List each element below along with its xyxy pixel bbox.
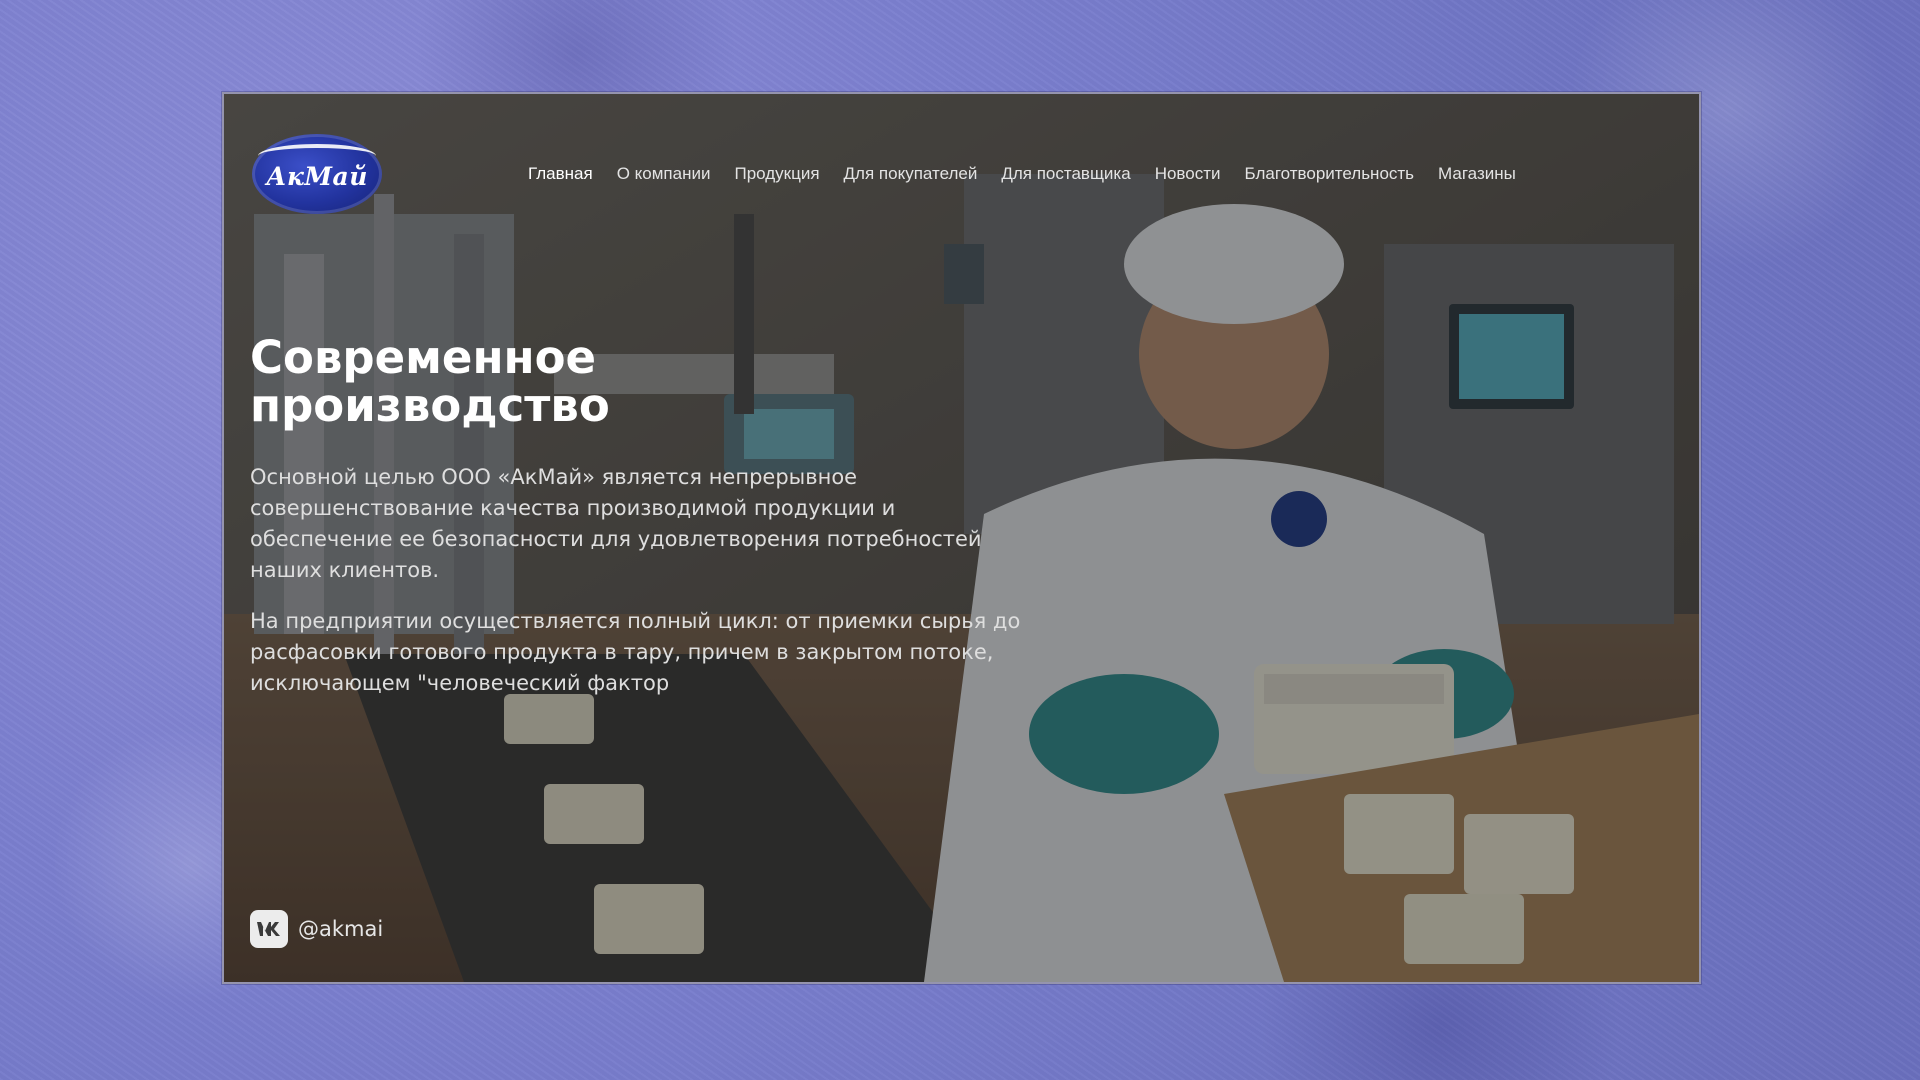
nav-item-about[interactable]: О компании xyxy=(617,164,711,184)
hero-title-line2: производство xyxy=(250,379,610,432)
vk-social-link[interactable]: @akmai xyxy=(250,910,383,948)
vk-icon xyxy=(250,910,288,948)
nav-item-news[interactable]: Новости xyxy=(1155,164,1221,184)
hero-paragraph-goal: Основной целью ООО «АкМай» является непр… xyxy=(250,465,982,582)
hero-title-line1: Современное xyxy=(250,331,597,384)
website-screenshot: АкМай Главная О компании Продукция Для п… xyxy=(222,92,1701,984)
nav-item-suppliers[interactable]: Для поставщика xyxy=(1001,164,1130,184)
logo-text: АкМай xyxy=(266,161,368,191)
nav-item-products[interactable]: Продукция xyxy=(734,164,819,184)
nav-item-charity[interactable]: Благотворительность xyxy=(1245,164,1415,184)
nav-item-home[interactable]: Главная xyxy=(528,164,593,184)
akmai-logo[interactable]: АкМай xyxy=(252,134,382,214)
nav-item-stores[interactable]: Магазины xyxy=(1438,164,1516,184)
social-handle: @akmai xyxy=(298,917,384,941)
main-navigation: Главная О компании Продукция Для покупат… xyxy=(528,164,1540,184)
nav-item-customers[interactable]: Для покупателей xyxy=(844,164,978,184)
hero-paragraph-cycle: На предприятии осуществляется полный цик… xyxy=(250,609,1021,695)
hero-title: Современное производство xyxy=(250,334,950,430)
